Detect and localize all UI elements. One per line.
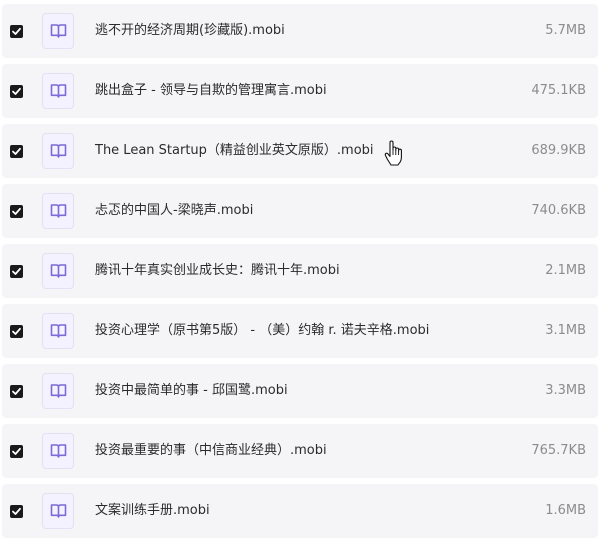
book-icon [42,313,74,349]
file-name[interactable]: 腾讯十年真实创业成长史：腾讯十年.mobi [95,244,340,298]
checkbox-checked[interactable] [10,445,23,458]
checkmark-icon [12,327,21,335]
file-row[interactable]: 忐忑的中国人-梁晓声.mobi 740.6KB [2,184,598,238]
checkbox-checked[interactable] [10,85,23,98]
book-icon [42,193,74,229]
checkmark-icon [12,207,21,215]
book-icon [42,493,74,529]
file-row[interactable]: 投资中最简单的事 - 邱国鹭.mobi 3.3MB [2,364,598,418]
checkbox-checked[interactable] [10,145,23,158]
file-name[interactable]: 投资最重要的事（中信商业经典）.mobi [95,424,327,478]
checkbox-checked[interactable] [10,25,23,38]
book-icon [42,433,74,469]
checkmark-icon [12,87,21,95]
book-icon [42,73,74,109]
file-size: 5.7MB [545,23,586,38]
checkmark-icon [12,387,21,395]
book-icon [42,13,74,49]
file-size: 689.9KB [531,143,586,158]
checkbox-checked[interactable] [10,205,23,218]
file-size: 1.6MB [545,503,586,518]
file-list: 逃不开的经济周期(珍藏版).mobi 5.7MB 跳出盒子 - 领导与自欺的管理… [0,0,601,542]
checkmark-icon [12,147,21,155]
file-size: 3.3MB [545,383,586,398]
checkmark-icon [12,27,21,35]
file-name[interactable]: The Lean Startup（精益创业英文原版）.mobi [95,124,374,178]
checkmark-icon [12,507,21,515]
file-size: 2.1MB [545,263,586,278]
file-row[interactable]: 逃不开的经济周期(珍藏版).mobi 5.7MB [2,4,598,58]
file-row[interactable]: 文案训练手册.mobi 1.6MB [2,484,598,538]
checkbox-checked[interactable] [10,385,23,398]
checkmark-icon [12,267,21,275]
file-row[interactable]: 跳出盒子 - 领导与自欺的管理寓言.mobi 475.1KB [2,64,598,118]
checkbox-checked[interactable] [10,265,23,278]
checkmark-icon [12,447,21,455]
file-row[interactable]: 投资心理学（原书第5版） - （美）约翰 r. 诺夫辛格.mobi 3.1MB [2,304,598,358]
file-name[interactable]: 投资中最简单的事 - 邱国鹭.mobi [95,364,288,418]
hand-cursor-icon [384,140,404,166]
book-icon [42,373,74,409]
book-icon [42,253,74,289]
file-name[interactable]: 跳出盒子 - 领导与自欺的管理寓言.mobi [95,64,327,118]
file-row[interactable]: 腾讯十年真实创业成长史：腾讯十年.mobi 2.1MB [2,244,598,298]
checkbox-checked[interactable] [10,325,23,338]
file-name[interactable]: 逃不开的经济周期(珍藏版).mobi [95,4,285,58]
file-row[interactable]: The Lean Startup（精益创业英文原版）.mobi 689.9KB [2,124,598,178]
book-icon [42,133,74,169]
file-row[interactable]: 投资最重要的事（中信商业经典）.mobi 765.7KB [2,424,598,478]
file-size: 765.7KB [531,443,586,458]
file-size: 3.1MB [545,323,586,338]
file-size: 740.6KB [531,203,586,218]
checkbox-checked[interactable] [10,505,23,518]
file-size: 475.1KB [531,83,586,98]
file-name[interactable]: 忐忑的中国人-梁晓声.mobi [95,184,253,238]
file-name[interactable]: 投资心理学（原书第5版） - （美）约翰 r. 诺夫辛格.mobi [95,304,429,358]
file-name[interactable]: 文案训练手册.mobi [95,484,210,538]
